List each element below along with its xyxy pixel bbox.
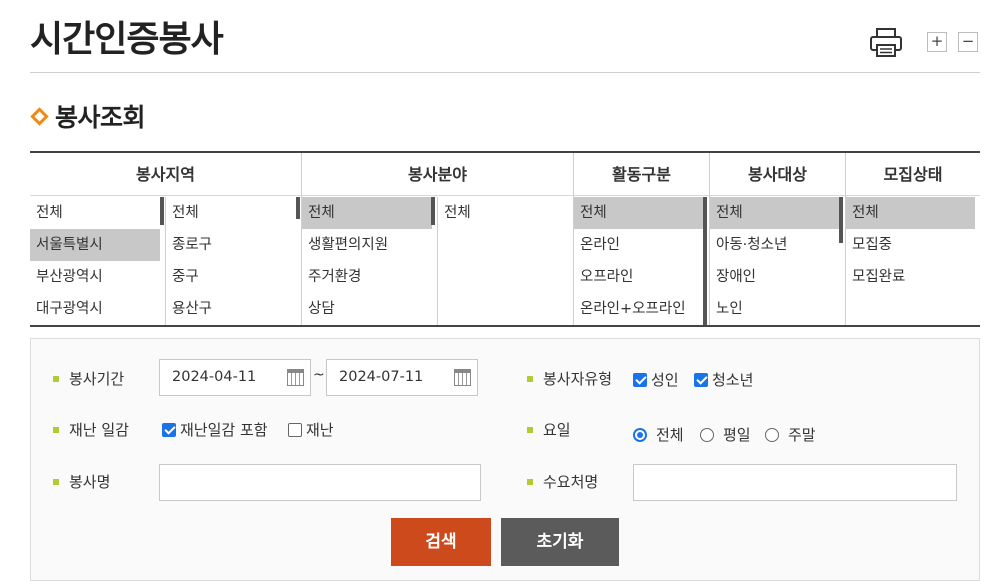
reset-button[interactable]: 초기화 [501, 518, 619, 566]
bullet-icon [53, 426, 59, 433]
search-button[interactable]: 검색 [391, 518, 491, 566]
field-main-list: 전체 생활편의지원 주거환경 상담 [302, 197, 432, 325]
name-label: 봉사명 [53, 471, 110, 492]
list-item-district[interactable]: 중구 [166, 261, 296, 293]
list-item-district[interactable]: 전체 [166, 197, 296, 229]
disaster-include-checkbox[interactable]: 재난일감 포함 [162, 419, 268, 440]
volunteer-name-input[interactable] [159, 464, 481, 501]
target-list: 전체 아동·청소년 장애인 노인 [710, 197, 840, 325]
checkbox-checked-icon[interactable] [633, 372, 647, 387]
date-separator: ~ [313, 367, 325, 383]
list-item-activity[interactable]: 온라인 [574, 229, 704, 261]
list-item-region[interactable]: 전체 [30, 197, 160, 229]
bullet-icon [53, 478, 59, 485]
list-item-field[interactable]: 주거환경 [302, 261, 432, 293]
zoom-out-button[interactable]: − [958, 32, 978, 52]
list-item-district[interactable]: 종로구 [166, 229, 296, 261]
scrollbar[interactable] [160, 197, 164, 225]
list-item-target[interactable]: 노인 [710, 293, 840, 325]
scrollbar[interactable] [296, 197, 300, 219]
day-weekend-radio[interactable]: 주말 [765, 424, 816, 445]
list-item-region[interactable]: 부산광역시 [30, 261, 160, 293]
page-title: 시간인증봉사 [30, 19, 224, 60]
youth-checkbox[interactable]: 청소년 [694, 369, 753, 390]
period-label: 봉사기간 [53, 368, 124, 389]
calendar-icon[interactable] [454, 369, 471, 386]
list-item-field[interactable]: 생활편의지원 [302, 229, 432, 261]
day-label: 요일 [527, 419, 571, 440]
header-region: 봉사지역 [30, 153, 301, 196]
disaster-only-checkbox[interactable]: 재난 [288, 419, 334, 440]
checkbox-checked-icon[interactable] [694, 372, 708, 387]
date-from-field[interactable]: 2024-04-11 [159, 359, 311, 396]
header-target: 봉사대상 [710, 153, 845, 196]
filter-table: 봉사지역 봉사분야 활동구분 봉사대상 모집상태 전체 서울특별시 부산광역시 … [30, 151, 980, 327]
bullet-icon [527, 426, 533, 433]
list-item-target[interactable]: 아동·청소년 [710, 229, 840, 261]
list-item-status-selected[interactable]: 전체 [846, 197, 975, 229]
day-all-radio[interactable]: 전체 [633, 424, 684, 445]
client-label: 수요처명 [527, 471, 598, 492]
bullet-icon [53, 375, 59, 382]
bullet-icon [527, 375, 533, 382]
list-item-field[interactable]: 상담 [302, 293, 432, 325]
list-item-activity[interactable]: 온라인+오프라인 [574, 293, 704, 325]
list-item-status[interactable]: 모집완료 [846, 261, 975, 293]
scrollbar[interactable] [703, 197, 707, 325]
field-sub-list: 전체 [438, 197, 568, 325]
section-title-text: 봉사조회 [55, 103, 146, 132]
radio-unselected-icon[interactable] [765, 427, 779, 442]
header-status: 모집상태 [846, 153, 980, 196]
list-item-field-selected[interactable]: 전체 [302, 197, 432, 229]
date-to-field[interactable]: 2024-07-11 [326, 359, 478, 396]
activity-list: 전체 온라인 오프라인 온라인+오프라인 [574, 197, 704, 325]
scrollbar[interactable] [431, 197, 435, 225]
checkbox-checked-icon[interactable] [162, 422, 176, 437]
section-title: 봉사조회 [30, 98, 146, 134]
region-sido-list: 전체 서울특별시 부산광역시 대구광역시 [30, 197, 160, 325]
header-activity: 활동구분 [574, 153, 709, 196]
region-gu-list: 전체 종로구 중구 용산구 [166, 197, 296, 325]
disaster-label: 재난 일감 [53, 419, 129, 440]
status-list: 전체 모집중 모집완료 [846, 197, 975, 325]
day-weekday-radio[interactable]: 평일 [700, 424, 751, 445]
list-item-district[interactable]: 용산구 [166, 293, 296, 325]
list-item-region-selected[interactable]: 서울특별시 [30, 229, 160, 261]
zoom-in-button[interactable]: + [927, 32, 947, 52]
list-item-status[interactable]: 모집중 [846, 229, 975, 261]
radio-selected-icon[interactable] [633, 427, 647, 442]
volunteer-type-label: 봉사자유형 [527, 368, 612, 389]
title-divider [30, 72, 980, 73]
list-item-activity-selected[interactable]: 전체 [574, 197, 704, 229]
calendar-icon[interactable] [287, 369, 304, 386]
list-item-region[interactable]: 대구광역시 [30, 293, 160, 325]
header-field: 봉사분야 [302, 153, 573, 196]
list-item-activity[interactable]: 오프라인 [574, 261, 704, 293]
adult-checkbox[interactable]: 성인 [633, 369, 679, 390]
diamond-bullet-icon [30, 106, 49, 126]
scrollbar[interactable] [839, 197, 843, 243]
client-name-input[interactable] [633, 464, 957, 501]
bullet-icon [527, 478, 533, 485]
print-icon[interactable] [869, 28, 903, 58]
checkbox-unchecked-icon[interactable] [288, 422, 302, 437]
list-item-subfield[interactable]: 전체 [438, 197, 568, 229]
search-form: 봉사기간 2024-04-11 ~ 2024-07-11 봉사자유형 성인 청소… [30, 338, 980, 581]
list-item-target[interactable]: 장애인 [710, 261, 840, 293]
list-item-target-selected[interactable]: 전체 [710, 197, 840, 229]
radio-unselected-icon[interactable] [700, 427, 714, 442]
